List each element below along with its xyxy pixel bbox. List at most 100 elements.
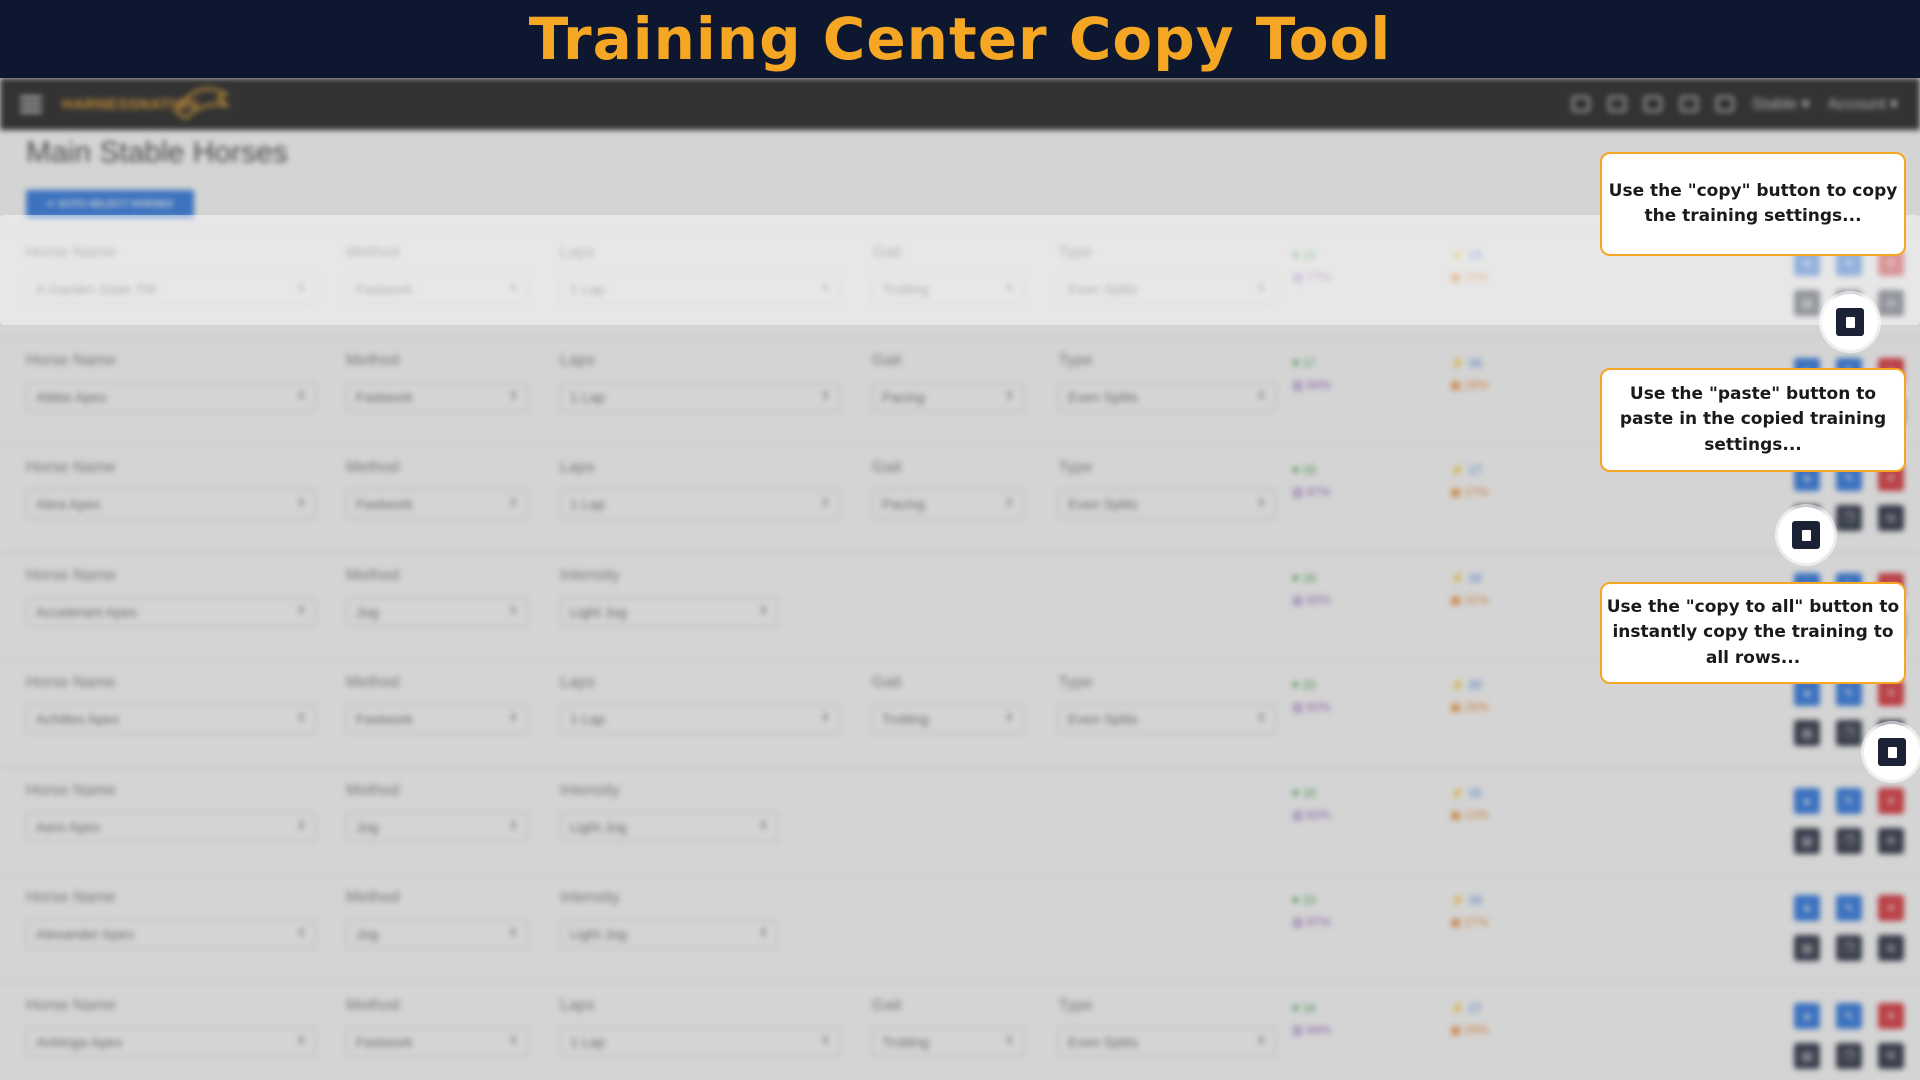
method-select[interactable]: Fastwork ⇕ bbox=[346, 489, 528, 519]
select-arrow-icon: ⇕ bbox=[296, 1034, 306, 1047]
chart-stat: ▥ 82% bbox=[1292, 808, 1331, 822]
select-arrow-icon: ⇕ bbox=[296, 497, 306, 509]
laps-select-value: 1 Lap bbox=[570, 388, 606, 405]
view-button[interactable]: ● bbox=[1794, 787, 1820, 814]
gait-select-value: Pacing bbox=[882, 496, 925, 512]
edit-button[interactable]: ✎ bbox=[1836, 895, 1862, 921]
type-select[interactable]: Even Splits ⇕ bbox=[1058, 1026, 1276, 1057]
copy-button[interactable]: ❐ bbox=[1836, 505, 1862, 531]
delete-button[interactable]: ✕ bbox=[1878, 895, 1904, 921]
method-select[interactable]: Jog ⇕ bbox=[346, 919, 528, 949]
laps-select[interactable]: 1 Lap ⇕ bbox=[560, 704, 840, 734]
briefcase-stat: ▣ 27% bbox=[1450, 915, 1489, 929]
edit-button[interactable]: ✎ bbox=[1836, 1002, 1862, 1029]
delete-button[interactable]: ✕ bbox=[1878, 1002, 1904, 1029]
paste-button[interactable]: ▤ bbox=[1794, 1042, 1820, 1069]
method-select[interactable]: Fastwork ⇕ bbox=[346, 1026, 528, 1057]
select-arrow-icon: ⇕ bbox=[820, 1034, 830, 1047]
copy-button[interactable]: ❐ bbox=[1836, 827, 1862, 854]
horse-name-select-value: Achilles Apex bbox=[36, 711, 120, 727]
horse-name-select[interactable]: Alexander Apex ⇕ bbox=[26, 919, 316, 949]
method-select[interactable]: Jog ⇕ bbox=[346, 811, 528, 842]
type-select[interactable]: Even Splits ⇕ bbox=[1058, 704, 1276, 734]
horse-name-select[interactable]: Accelerant Apex ⇕ bbox=[26, 596, 316, 627]
copy-button-highlight[interactable] bbox=[1822, 294, 1878, 350]
select-arrow-icon: ⇕ bbox=[508, 497, 518, 509]
gait-select[interactable]: Trotting ⇕ bbox=[872, 1026, 1024, 1057]
horse-name-label: Horse Name bbox=[26, 674, 116, 691]
method-select[interactable]: Fastwork ⇕ bbox=[346, 381, 528, 412]
horse-name-select[interactable]: Abra Apex ⇕ bbox=[26, 489, 316, 519]
method-select-value: Jog bbox=[356, 926, 379, 942]
horse-name-select[interactable]: Aero Apex ⇕ bbox=[26, 811, 316, 842]
laps-select[interactable]: 1 Lap ⇕ bbox=[560, 1026, 840, 1057]
select-arrow-icon: ⇕ bbox=[508, 927, 518, 939]
tag-icon[interactable] bbox=[1715, 96, 1734, 112]
energy-stat-icon: ⚡ bbox=[1450, 1000, 1469, 1015]
chart-stat-icon: ▥ bbox=[1292, 485, 1307, 499]
chart-stat: ▥ 97% bbox=[1292, 485, 1331, 499]
energy-stat-value: 17 bbox=[1468, 463, 1482, 477]
gait-label: Gait bbox=[872, 351, 902, 369]
horse-name-select[interactable]: Abbie Apex ⇕ bbox=[26, 381, 316, 412]
store-icon[interactable] bbox=[1679, 96, 1698, 112]
type-select[interactable]: Even Splits ⇕ bbox=[1058, 381, 1276, 412]
energy-stat: ⚡ 16 bbox=[1450, 571, 1482, 585]
intensity-select[interactable]: Light Jog ⇕ bbox=[560, 596, 778, 627]
edit-button[interactable]: ✎ bbox=[1836, 787, 1862, 814]
copy-button[interactable]: ❐ bbox=[1836, 1042, 1862, 1069]
paste-button-highlight[interactable] bbox=[1778, 507, 1834, 563]
copy-to-all-button-highlight[interactable] bbox=[1864, 724, 1920, 780]
horse-name-select[interactable]: Achilles Apex ⇕ bbox=[26, 704, 316, 734]
health-stat-icon: ♥ bbox=[1292, 355, 1303, 370]
title-banner: Training Center Copy Tool bbox=[0, 0, 1920, 78]
chart-stat-value: 97% bbox=[1306, 915, 1331, 929]
copy-button[interactable]: ❐ bbox=[1836, 935, 1862, 961]
horse-name-select[interactable]: Anhinga Apex ⇕ bbox=[26, 1026, 316, 1057]
method-select[interactable]: Jog ⇕ bbox=[346, 596, 528, 627]
type-select[interactable]: Even Splits ⇕ bbox=[1058, 489, 1276, 519]
select-arrow-icon: ⇕ bbox=[1004, 1034, 1014, 1047]
view-button[interactable]: ● bbox=[1794, 895, 1820, 921]
megaphone-icon[interactable] bbox=[1571, 96, 1590, 112]
horse-name-select-value: Accelerant Apex bbox=[36, 603, 138, 620]
intensity-select[interactable]: Light Jog ⇕ bbox=[560, 811, 778, 842]
chat-icon[interactable] bbox=[1607, 96, 1626, 112]
laps-select[interactable]: 1 Lap ⇕ bbox=[560, 381, 840, 412]
menu-icon[interactable] bbox=[20, 92, 42, 117]
auto-select-horses-button[interactable]: ✔ AUTO SELECT HORSES bbox=[26, 190, 194, 218]
paste-button[interactable]: ▤ bbox=[1794, 935, 1820, 961]
copy-to-all-button[interactable]: ⧉ bbox=[1878, 1042, 1904, 1069]
copy-to-all-button[interactable]: ⧉ bbox=[1878, 935, 1904, 961]
gait-select[interactable]: Trotting ⇕ bbox=[872, 704, 1024, 734]
copy-callout: Use the "copy" button to copy the traini… bbox=[1600, 152, 1906, 256]
briefcase-stat-value: 26% bbox=[1464, 700, 1489, 714]
energy-stat-icon: ⚡ bbox=[1450, 785, 1469, 800]
copy-button[interactable]: ❐ bbox=[1836, 720, 1862, 746]
view-button[interactable]: ● bbox=[1794, 1002, 1820, 1029]
stable-menu[interactable]: Stable ▾ bbox=[1752, 94, 1810, 114]
paste-callout-text: Use the "paste" button to paste in the c… bbox=[1619, 383, 1887, 455]
copy-to-all-button[interactable]: ⧉ bbox=[1878, 505, 1904, 531]
gait-select[interactable]: Pacing ⇕ bbox=[872, 381, 1024, 412]
gait-select[interactable]: Pacing ⇕ bbox=[872, 489, 1024, 519]
site-logo[interactable]: HARNESSNATION bbox=[62, 87, 229, 120]
laps-select[interactable]: 1 Lap ⇕ bbox=[560, 489, 840, 519]
briefcase-stat-value: 31% bbox=[1464, 592, 1489, 607]
method-select-value: Fastwork bbox=[356, 496, 413, 512]
copy-to-all-button[interactable]: ⧉ bbox=[1878, 827, 1904, 854]
method-label: Method bbox=[346, 351, 400, 369]
method-select[interactable]: Fastwork ⇕ bbox=[346, 704, 528, 734]
intensity-select[interactable]: Light Jog ⇕ bbox=[560, 919, 778, 949]
paste-button[interactable]: ▤ bbox=[1794, 720, 1820, 746]
health-stat-value: 20 bbox=[1302, 678, 1316, 692]
gait-select-value: Trotting bbox=[882, 711, 929, 727]
account-menu[interactable]: Account ▾ bbox=[1828, 94, 1898, 114]
calculator-icon[interactable] bbox=[1643, 96, 1662, 112]
health-stat: ♥ 16 bbox=[1292, 786, 1316, 800]
paste-button[interactable]: ▤ bbox=[1794, 827, 1820, 854]
select-arrow-icon: ⇕ bbox=[508, 389, 518, 402]
delete-button[interactable]: ✕ bbox=[1878, 787, 1904, 814]
briefcase-stat: ▣ 26% bbox=[1450, 378, 1489, 392]
copy-callout-text: Use the "copy" button to copy the traini… bbox=[1608, 180, 1898, 227]
